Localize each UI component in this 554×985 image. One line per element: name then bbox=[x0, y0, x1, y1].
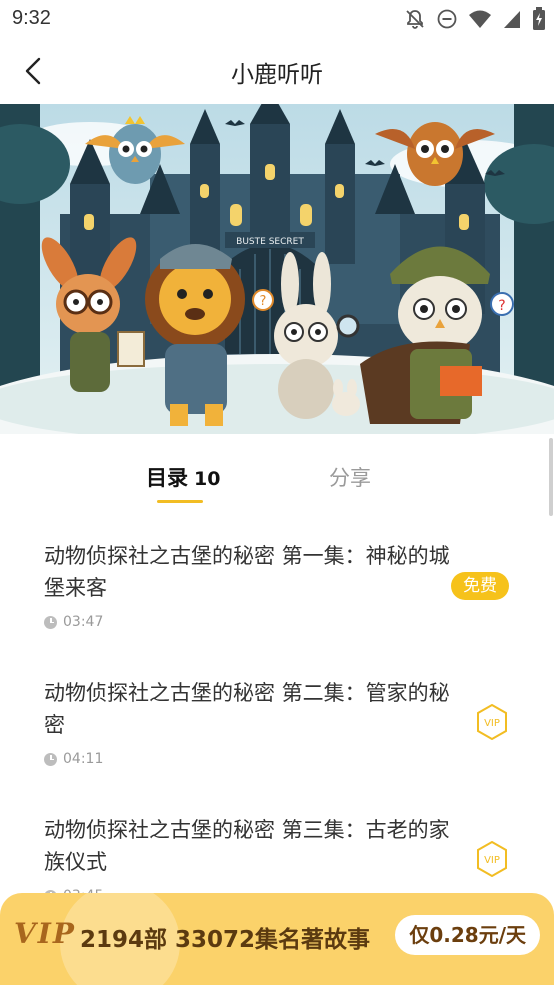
vip-promo-text: 2194部 33072集名著故事 bbox=[80, 927, 371, 953]
castle-sign: BUSTE SECRET bbox=[236, 237, 304, 247]
app-header: 小鹿听听 bbox=[0, 38, 554, 104]
vip-badge-icon: VIP bbox=[477, 704, 507, 740]
episode-duration: 03:47 bbox=[63, 614, 104, 630]
episode-duration: 04:11 bbox=[63, 751, 104, 767]
vip-price-button[interactable]: 仅0.28元/天 bbox=[395, 915, 540, 955]
vip-badge-icon: VIP bbox=[477, 841, 507, 877]
svg-text:?: ? bbox=[260, 294, 267, 309]
status-icons bbox=[404, 7, 546, 31]
tab-catalog[interactable]: 目录 10 bbox=[146, 462, 220, 492]
vip-badge-text: VIP bbox=[484, 855, 500, 866]
album-cover-illustration: BUSTE SECRET ? ? bbox=[0, 104, 554, 434]
episode-title: 动物侦探社之古堡的秘密 第三集：古老的家族仪式 bbox=[44, 818, 450, 874]
tab-share-label: 分享 bbox=[329, 466, 371, 490]
tab-bar: 目录 10 分享 bbox=[0, 450, 554, 510]
episode-item[interactable]: 动物侦探社之古堡的秘密 第一集：神秘的城堡来客 03:47 免费 bbox=[0, 520, 554, 657]
tab-share[interactable]: 分享 bbox=[329, 462, 371, 492]
detective-animals-castle-illustration: BUSTE SECRET ? ? bbox=[0, 104, 554, 434]
episode-meta: 04:11 bbox=[44, 751, 103, 767]
clock-icon bbox=[44, 752, 57, 766]
battery-charging-icon bbox=[532, 7, 546, 31]
clock-icon bbox=[44, 615, 57, 629]
page-title: 小鹿听听 bbox=[231, 62, 323, 88]
vip-badge-text: VIP bbox=[484, 718, 500, 729]
vip-logo: VIP bbox=[14, 917, 76, 950]
status-bar: 9:32 bbox=[0, 0, 554, 38]
episode-title: 动物侦探社之古堡的秘密 第一集：神秘的城堡来客 bbox=[44, 544, 450, 600]
tab-catalog-label: 目录 bbox=[146, 466, 188, 490]
svg-text:?: ? bbox=[498, 298, 505, 314]
episode-meta: 03:47 bbox=[44, 614, 103, 630]
tab-catalog-count: 10 bbox=[194, 468, 221, 490]
scrollbar[interactable] bbox=[549, 438, 553, 516]
vip-promo-banner[interactable]: VIP 2194部 33072集名著故事 仅0.28元/天 bbox=[0, 893, 554, 985]
do-not-disturb-icon bbox=[436, 8, 458, 30]
notifications-off-icon bbox=[404, 8, 426, 30]
wifi-icon bbox=[468, 8, 492, 30]
free-badge: 免费 bbox=[451, 572, 509, 600]
status-time: 9:32 bbox=[12, 7, 51, 29]
signal-icon bbox=[502, 8, 522, 30]
tab-active-indicator bbox=[157, 500, 203, 503]
episode-title: 动物侦探社之古堡的秘密 第二集：管家的秘密 bbox=[44, 681, 450, 737]
episode-item[interactable]: 动物侦探社之古堡的秘密 第二集：管家的秘密 04:11 VIP bbox=[0, 657, 554, 794]
